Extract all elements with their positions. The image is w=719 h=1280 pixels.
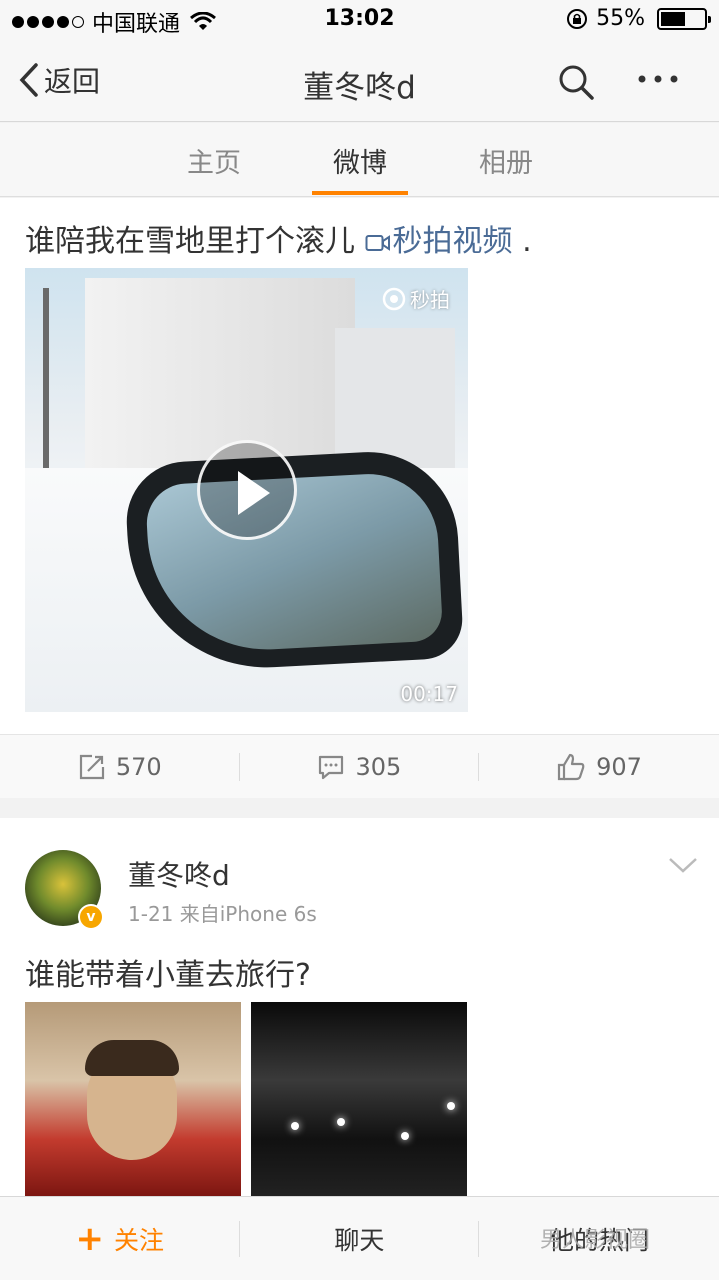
verified-badge-icon: v xyxy=(78,904,104,930)
rotation-lock-icon xyxy=(567,8,588,29)
battery-icon xyxy=(657,7,711,30)
nav-bar: 返回 董冬咚d xyxy=(0,40,719,122)
repost-count: 570 xyxy=(115,752,162,781)
video-link-label: 秒拍视频 xyxy=(392,224,513,259)
follow-label: 关注 xyxy=(114,1225,165,1255)
weibo-post-video: 谁陪我在雪地里打个滚儿 秒拍视频 . 秒拍 00:17 570 305 907 xyxy=(0,198,719,798)
photo-light xyxy=(337,1118,345,1126)
photo-light xyxy=(291,1122,299,1130)
active-tab-indicator xyxy=(312,191,408,195)
video-camera-icon xyxy=(365,234,390,251)
author-name[interactable]: 董冬咚d xyxy=(128,854,230,894)
like-count: 907 xyxy=(596,752,642,781)
repost-icon xyxy=(79,754,104,779)
post-photo-night[interactable] xyxy=(251,1002,467,1198)
thumbs-up-icon xyxy=(557,753,585,780)
thumb-pole xyxy=(43,288,49,488)
comment-button[interactable]: 305 xyxy=(240,735,480,798)
video-link[interactable]: 秒拍视频 xyxy=(365,224,523,259)
search-button[interactable] xyxy=(556,62,596,106)
chevron-down-icon xyxy=(669,858,697,873)
more-dots-icon xyxy=(638,75,678,83)
chat-button[interactable]: 聊天 xyxy=(240,1197,480,1280)
comment-count: 305 xyxy=(355,752,402,781)
post-text-trailing: . xyxy=(522,224,532,259)
watermark: 男人影视圈 xyxy=(540,1228,651,1253)
tab-home[interactable]: 主页 xyxy=(159,141,269,180)
miaopai-logo-icon xyxy=(382,287,406,310)
repost-button[interactable]: 570 xyxy=(0,735,240,798)
post-options-button[interactable] xyxy=(668,856,698,878)
thumb-building xyxy=(85,278,355,468)
post-text-body: 谁陪我在雪地里打个滚儿 xyxy=(25,224,355,259)
more-button[interactable] xyxy=(636,60,680,108)
thumb-building-2 xyxy=(335,328,455,468)
play-button-icon[interactable] xyxy=(197,440,297,540)
post-text: 谁能带着小董去旅行? xyxy=(25,958,311,993)
comment-icon xyxy=(319,755,344,779)
battery-percent: 55% xyxy=(596,6,645,31)
weibo-post-photos: v 董冬咚d 1-21 来自iPhone 6s 谁能带着小董去旅行? xyxy=(0,818,719,1198)
page-title: 董冬咚d xyxy=(303,70,416,106)
post-photo-selfie[interactable] xyxy=(25,1002,241,1198)
chat-label: 聊天 xyxy=(334,1225,385,1255)
photo-hair xyxy=(85,1040,179,1076)
post-meta: 1-21 来自iPhone 6s xyxy=(128,902,317,926)
tab-weibo[interactable]: 微博 xyxy=(305,141,415,180)
tab-album[interactable]: 相册 xyxy=(451,141,561,180)
photo-light xyxy=(401,1132,409,1140)
status-bar: 中国联通 13:02 55% xyxy=(0,0,719,40)
profile-tab-bar: 主页 微博 相册 xyxy=(0,123,719,197)
photo-light xyxy=(447,1102,455,1110)
post-text: 谁陪我在雪地里打个滚儿 秒拍视频 . xyxy=(25,216,532,260)
video-thumbnail[interactable]: 秒拍 00:17 xyxy=(25,268,468,712)
like-button[interactable]: 907 xyxy=(479,735,719,798)
plus-icon: + xyxy=(75,1218,105,1259)
search-icon xyxy=(559,65,594,100)
status-right: 55% xyxy=(566,6,711,31)
miaopai-watermark: 秒拍 xyxy=(382,284,450,313)
miaopai-label: 秒拍 xyxy=(410,288,450,312)
video-duration: 00:17 xyxy=(400,682,458,706)
follow-button[interactable]: + 关注 xyxy=(0,1197,240,1280)
post-action-bar: 570 305 907 xyxy=(0,734,719,798)
